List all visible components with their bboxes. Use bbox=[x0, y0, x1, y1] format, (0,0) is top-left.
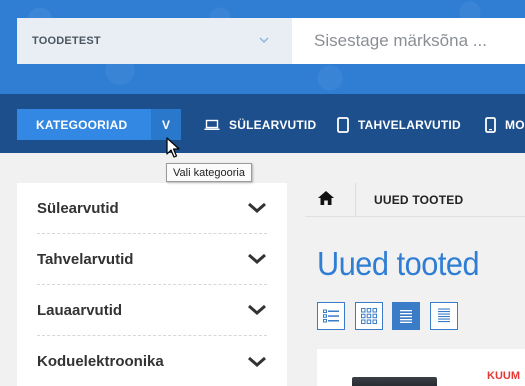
chevron-down-icon[interactable] bbox=[247, 304, 267, 316]
breadcrumb-divider bbox=[355, 183, 356, 217]
categories-button[interactable]: KATEGOORIAD bbox=[17, 109, 151, 140]
sidebar-item-laptops[interactable]: Sülearvutid bbox=[37, 183, 267, 234]
nav-item-phones[interactable]: MO bbox=[485, 109, 525, 140]
sidebar-item-label: Sülearvutid bbox=[37, 199, 119, 217]
nav-item-tablets[interactable]: TAHVELARVUTID bbox=[337, 109, 461, 140]
hot-badge: KUUM bbox=[487, 370, 520, 382]
search-band: TOODETEST bbox=[0, 0, 525, 94]
sidebar-item-home-electronics[interactable]: Koduelektroonika bbox=[37, 336, 267, 386]
main-navbar: KATEGOORIAD V SÜLEARVUTID TAHVELARVUTID … bbox=[0, 94, 525, 153]
view-compact-button[interactable] bbox=[392, 302, 420, 330]
chevron-down-icon bbox=[259, 37, 269, 44]
mouse-cursor-icon bbox=[166, 137, 180, 158]
detailed-list-icon bbox=[438, 308, 450, 323]
breadcrumb-current: UUED TOOTED bbox=[374, 193, 464, 207]
nav-item-laptops[interactable]: SÜLEARVUTID bbox=[204, 109, 316, 140]
view-detailed-button[interactable] bbox=[430, 302, 458, 330]
sidebar-item-desktops[interactable]: Lauaarvutid bbox=[37, 285, 267, 336]
laptop-icon bbox=[204, 119, 220, 130]
sidebar-item-tablets[interactable]: Tahvelarvutid bbox=[37, 234, 267, 285]
category-dropdown[interactable]: TOODETEST bbox=[17, 18, 292, 64]
home-icon[interactable] bbox=[318, 191, 334, 205]
sidebar-item-label: Koduelektroonika bbox=[37, 353, 164, 370]
view-grid-button[interactable] bbox=[355, 302, 383, 330]
nav-item-label: TAHVELARVUTID bbox=[358, 117, 461, 132]
categories-toggle[interactable]: V bbox=[151, 109, 181, 140]
nav-item-label: MO bbox=[505, 117, 525, 132]
compact-list-icon bbox=[400, 310, 412, 323]
search-input[interactable] bbox=[292, 18, 525, 64]
view-list-button[interactable] bbox=[317, 302, 345, 330]
page-title: Uued tooted bbox=[317, 245, 480, 282]
nav-item-label: SÜLEARVUTID bbox=[229, 117, 317, 132]
grid-view-icon bbox=[361, 308, 377, 324]
phone-icon bbox=[485, 116, 496, 133]
chevron-down-icon[interactable] bbox=[247, 202, 267, 214]
breadcrumb: UUED TOOTED bbox=[305, 183, 525, 217]
category-sidebar: Sülearvutid Tahvelarvutid Lauaarvutid Ko… bbox=[17, 183, 287, 386]
chevron-down-icon[interactable] bbox=[247, 356, 267, 368]
tooltip: Vali kategooria bbox=[166, 163, 252, 182]
category-dropdown-label: TOODETEST bbox=[32, 35, 101, 47]
list-view-icon bbox=[323, 309, 339, 323]
sidebar-item-label: Tahvelarvutid bbox=[37, 250, 134, 268]
product-card[interactable]: KUUM bbox=[317, 349, 525, 386]
tablet-icon bbox=[337, 116, 349, 133]
chevron-down-icon[interactable] bbox=[247, 253, 267, 265]
sidebar-item-label: Lauaarvutid bbox=[37, 301, 123, 319]
product-image bbox=[352, 377, 437, 386]
